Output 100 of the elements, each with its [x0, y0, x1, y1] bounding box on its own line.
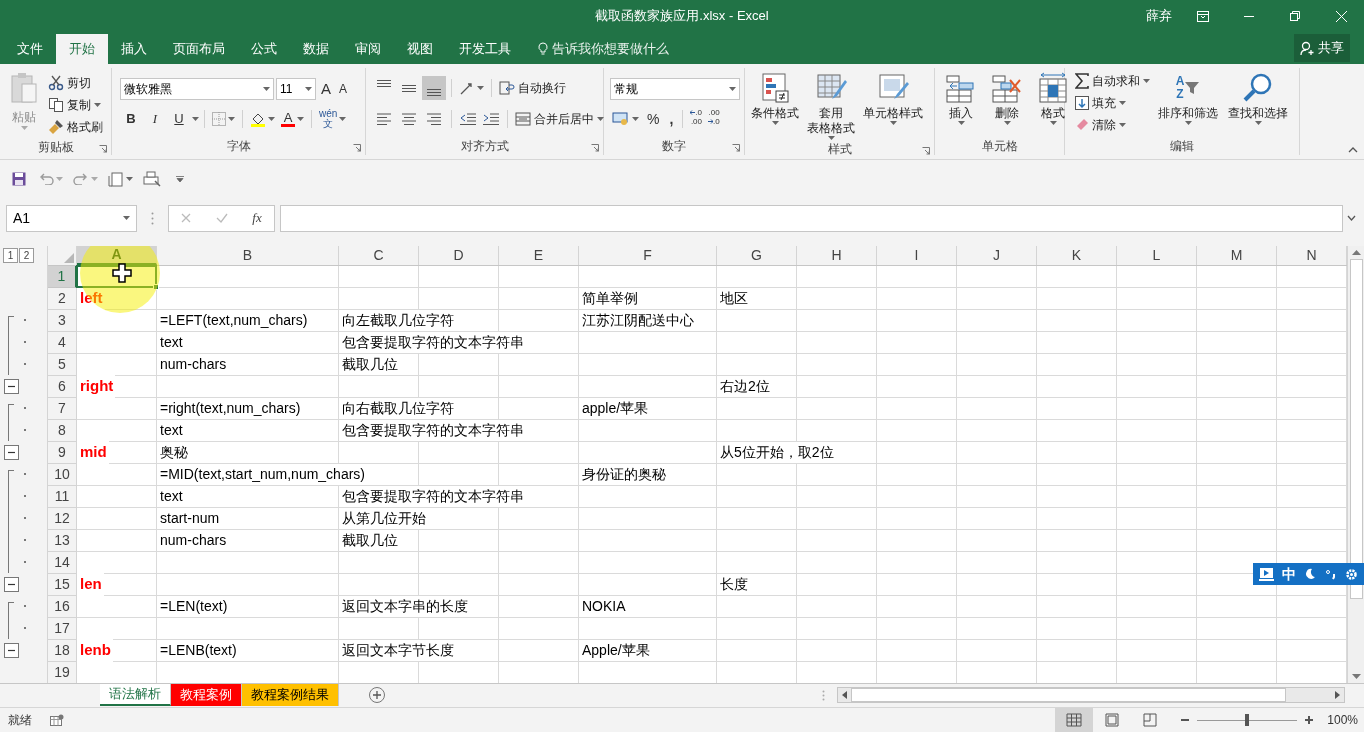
column-header[interactable]: H [797, 246, 877, 265]
scrollbar-thumb[interactable] [851, 688, 1286, 702]
scroll-right-icon[interactable] [1335, 691, 1340, 699]
underline-button[interactable]: U [168, 108, 190, 130]
share-button[interactable]: 共享 [1294, 34, 1350, 62]
conditional-formatting-button[interactable]: 条件格式 [747, 68, 803, 140]
scroll-down-icon[interactable] [1351, 674, 1361, 679]
shrink-font-button[interactable]: A [336, 78, 351, 100]
delete-cells-button[interactable]: 删除 [987, 68, 1027, 137]
zoom-slider-thumb[interactable] [1245, 714, 1250, 726]
vertical-align-button[interactable] [422, 76, 446, 100]
macro-recording-icon[interactable] [50, 714, 64, 726]
format-painter-button[interactable]: 格式刷 [46, 116, 105, 138]
sort-filter-button[interactable]: A Z 排序和筛选 [1156, 68, 1220, 137]
phonetic-guide-button[interactable]: wén 文 [317, 108, 349, 130]
row-header[interactable]: 10 [48, 464, 77, 486]
column-header[interactable]: B [157, 246, 339, 265]
collapse-button[interactable] [4, 642, 19, 658]
row-header[interactable]: 1 [48, 266, 77, 288]
column-header[interactable]: E [499, 246, 579, 265]
input-mode-button[interactable]: 中 [1282, 563, 1297, 585]
scrollbar-thumb[interactable] [1349, 259, 1363, 599]
collapse-button[interactable] [4, 444, 19, 460]
name-box[interactable]: A1 [6, 204, 137, 232]
dialog-launcher-icon[interactable] [99, 145, 107, 153]
format-as-table-button[interactable]: 套用 表格格式 [803, 68, 859, 140]
ribbon-tab[interactable]: 页面布局 [160, 34, 238, 64]
grow-font-button[interactable]: A [318, 78, 334, 100]
row-header[interactable]: 4 [48, 332, 77, 354]
view-button[interactable] [1055, 708, 1094, 732]
ribbon-tab[interactable]: 公式 [238, 34, 290, 64]
dialog-launcher-icon[interactable] [353, 144, 361, 152]
scroll-up-icon[interactable] [1351, 250, 1361, 255]
row-header[interactable]: 11 [48, 486, 77, 508]
tell-me-field[interactable]: 告诉我你想要做什么 [552, 39, 669, 59]
zoom-in-icon[interactable] [1305, 716, 1314, 724]
row-header[interactable]: 13 [48, 530, 77, 552]
row-header[interactable]: 5 [48, 354, 77, 376]
row-header[interactable]: 9 [48, 442, 77, 464]
row-header[interactable]: 2 [48, 288, 77, 310]
dialog-launcher-icon[interactable] [922, 147, 930, 155]
copy-button[interactable]: 复制 [46, 94, 105, 116]
percent-button[interactable]: % [643, 108, 664, 130]
collapse-button[interactable] [4, 576, 19, 592]
font-size-field[interactable]: 11 [276, 78, 316, 100]
outline-level-button[interactable]: 1 [3, 248, 18, 263]
insert-function-button[interactable]: fx [252, 208, 262, 228]
merge-center-button[interactable]: 合并后居中 [513, 108, 606, 130]
ribbon-tab[interactable]: 审阅 [342, 34, 394, 64]
row-header[interactable]: 3 [48, 310, 77, 332]
settings-icon[interactable] [1344, 567, 1358, 581]
insert-cells-button[interactable]: 插入 [941, 68, 981, 137]
column-header[interactable]: D [419, 246, 499, 265]
font-color-button[interactable]: A [279, 108, 306, 130]
selected-cell-border[interactable] [76, 265, 157, 288]
row-header[interactable]: 12 [48, 508, 77, 530]
row-header[interactable]: 16 [48, 596, 77, 618]
ribbon-tab[interactable]: 开始 [56, 34, 108, 64]
bold-button[interactable]: B [120, 108, 142, 130]
ribbon-tab[interactable]: 插入 [108, 34, 160, 64]
column-header[interactable]: F [579, 246, 717, 265]
ribbon-tab[interactable]: 文件 [4, 34, 56, 64]
italic-button[interactable]: I [144, 108, 166, 130]
autosum-button[interactable]: 自动求和 [1073, 70, 1152, 92]
row-header[interactable]: 18 [48, 640, 77, 662]
row-header[interactable]: 14 [48, 552, 77, 574]
clear-button[interactable]: 清除 [1073, 114, 1152, 136]
collapse-button[interactable] [4, 378, 19, 394]
row-header[interactable]: 17 [48, 618, 77, 640]
column-header[interactable]: J [957, 246, 1037, 265]
outline-level-button[interactable]: 2 [19, 248, 34, 263]
dialog-launcher-icon[interactable] [591, 144, 599, 152]
scroll-left-icon[interactable] [842, 691, 847, 699]
column-header[interactable]: K [1037, 246, 1117, 265]
ribbon-tab[interactable]: 开发工具 [446, 34, 524, 64]
format-cells-button[interactable]: 格式 [1033, 68, 1073, 137]
row-header[interactable]: 8 [48, 420, 77, 442]
column-header[interactable]: I [877, 246, 957, 265]
cell-styles-button[interactable]: 单元格样式 [859, 68, 927, 140]
collapse-ribbon-icon[interactable] [1348, 147, 1358, 153]
ime-logo-icon[interactable] [1259, 567, 1275, 581]
moon-icon[interactable] [1304, 568, 1317, 580]
dialog-launcher-icon[interactable] [732, 144, 740, 152]
expand-formula-bar-icon[interactable] [1347, 215, 1356, 221]
formula-input[interactable] [280, 204, 1343, 232]
column-header[interactable]: C [339, 246, 419, 265]
ribbon-tab[interactable]: 数据 [290, 34, 342, 64]
cut-button[interactable]: 剪切 [46, 72, 105, 94]
row-header[interactable]: 15 [48, 574, 77, 596]
decrease-decimal-button[interactable]: .0 .00 [688, 108, 704, 130]
column-header[interactable]: M [1197, 246, 1277, 265]
increase-decimal-button[interactable]: .00 .0 [706, 108, 722, 130]
sheet-tab[interactable]: 教程案例 [171, 684, 242, 706]
number-format-dropdown[interactable]: 常规 [610, 78, 740, 100]
row-header[interactable]: 6 [48, 376, 77, 398]
punctuation-icon[interactable] [1324, 568, 1337, 580]
comma-style-button[interactable]: , [665, 108, 678, 130]
zoom-slider-track[interactable] [1197, 714, 1298, 726]
row-header[interactable]: 7 [48, 398, 77, 420]
column-header[interactable]: L [1117, 246, 1197, 265]
